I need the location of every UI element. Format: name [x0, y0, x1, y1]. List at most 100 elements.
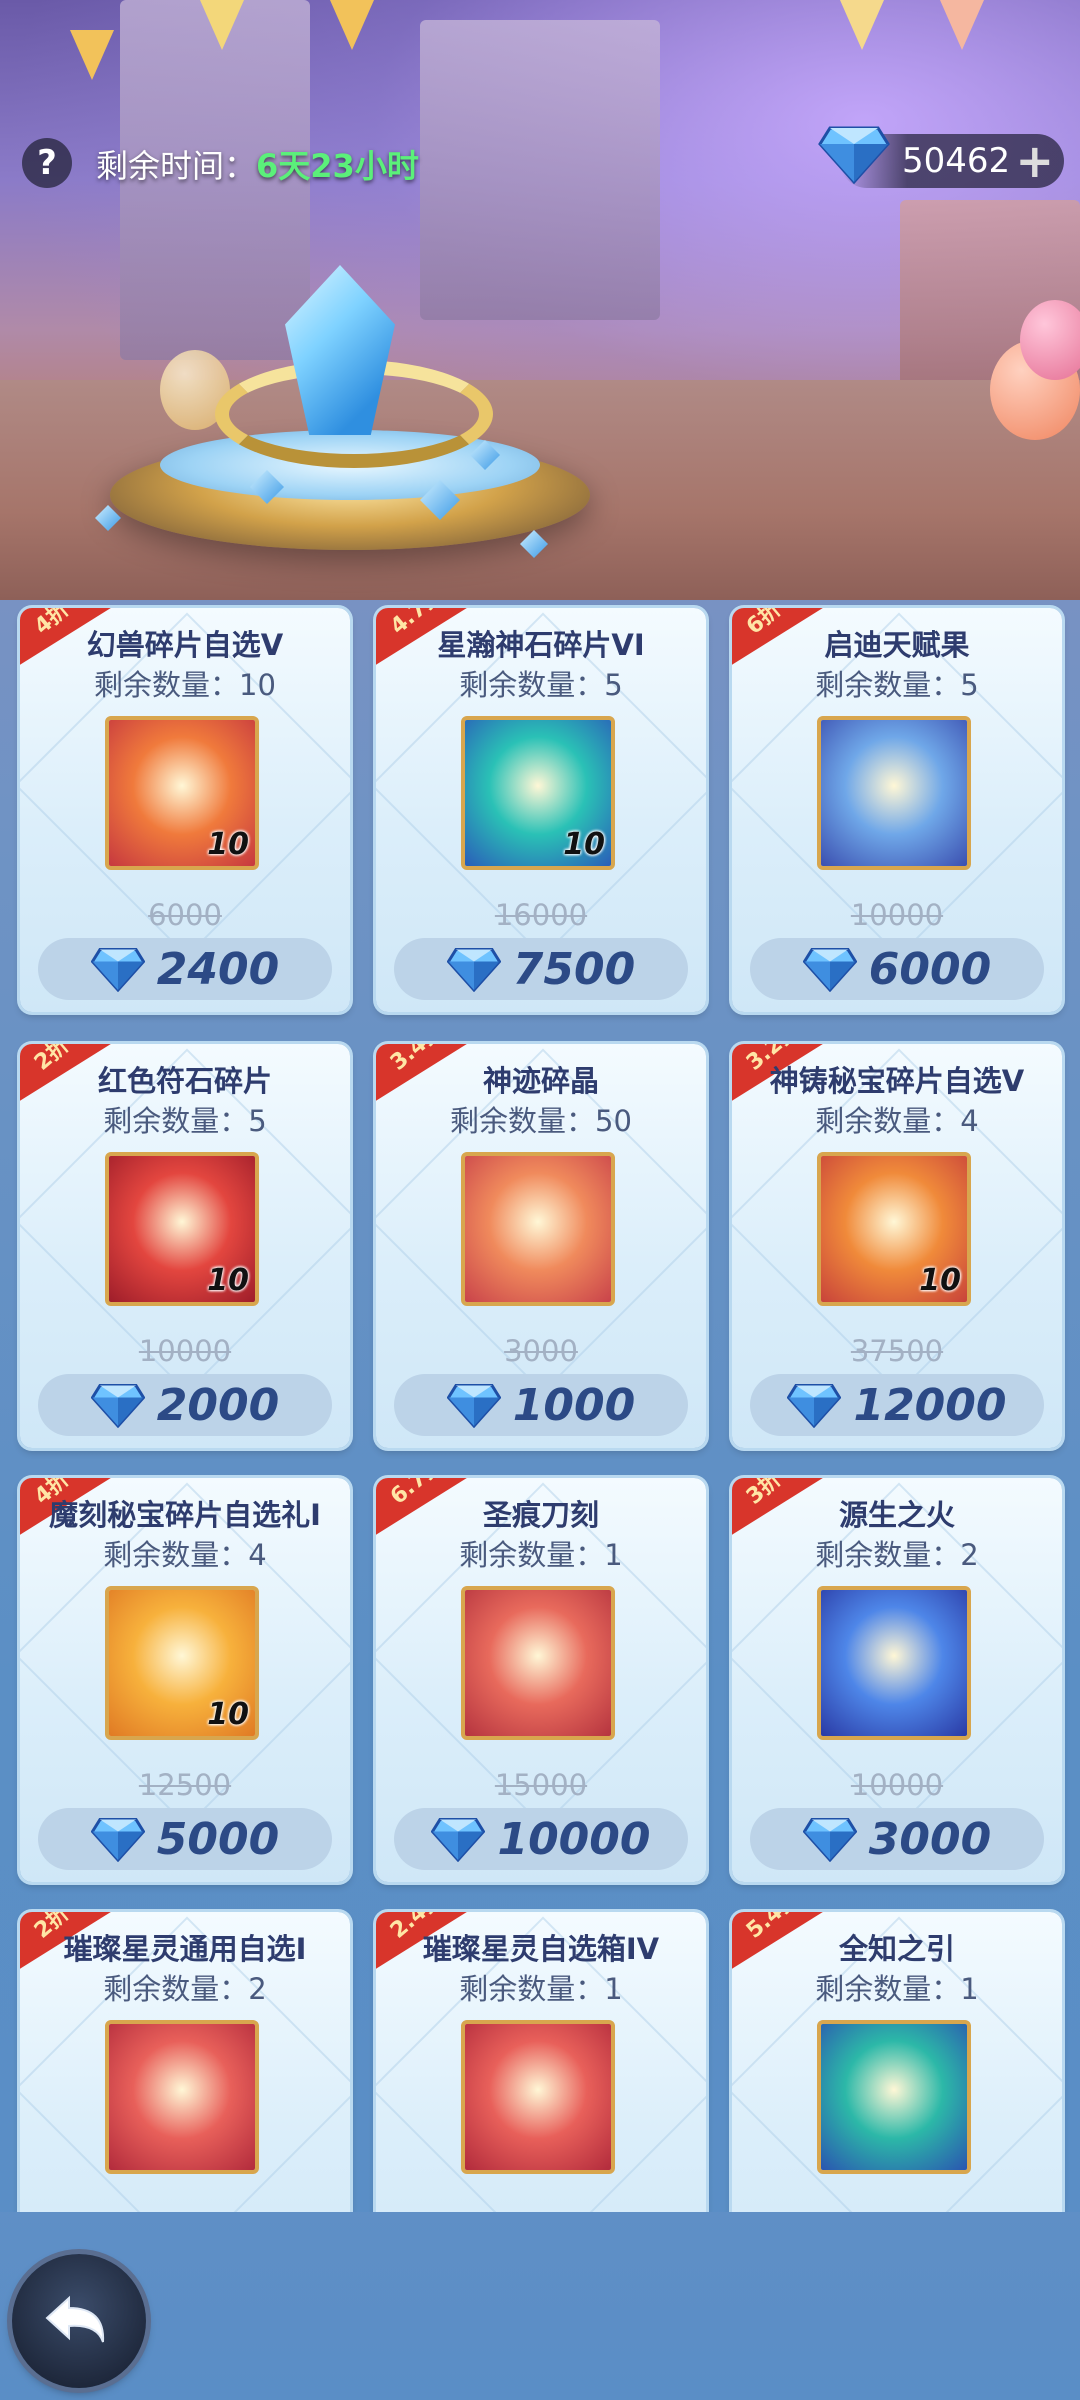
omniscience-orb-icon	[821, 2024, 967, 2170]
bottom-fade	[0, 2212, 1080, 2400]
diamond-icon	[802, 1818, 857, 1862]
item-name: 全知之引	[838, 1932, 955, 1966]
gem-count: 50462	[902, 141, 1011, 181]
buy-button[interactable]: 12000	[750, 1374, 1044, 1436]
buy-button[interactable]: 7500	[394, 938, 688, 1000]
item-icon-frame: 10	[105, 1152, 259, 1306]
shop-item-card[interactable]: 3.4折 神迹碎晶 剩余数量：50 3000 1000	[376, 1044, 706, 1448]
item-stock: 剩余数量：1	[459, 1538, 623, 1572]
event-banner	[0, 0, 1080, 600]
original-price: 12500	[138, 1768, 232, 1802]
diamond-icon	[90, 1384, 145, 1428]
help-button[interactable]: ?	[22, 138, 72, 188]
original-price: 10000	[850, 1768, 944, 1802]
shop-item-card[interactable]: 4.7折 星瀚神石碎片VI 剩余数量：5 10 16000 7500	[376, 608, 706, 1012]
item-quantity: 10	[207, 1697, 249, 1732]
diamond-icon	[90, 948, 145, 992]
sale-price: 10000	[497, 1813, 651, 1865]
buy-button[interactable]: 6000	[750, 938, 1044, 1000]
item-icon-frame	[461, 1586, 615, 1740]
diamond-icon	[818, 126, 890, 184]
shop-item-card[interactable]: 2折 红色符石碎片 剩余数量：5 10 10000 2000	[20, 1044, 350, 1448]
original-price: 6000	[148, 898, 222, 932]
shop-item-card[interactable]: 4折 幻兽碎片自选V 剩余数量：10 10 6000 2400	[20, 608, 350, 1012]
original-price: 10000	[850, 898, 944, 932]
remaining-time-value: 6天23小时	[256, 147, 419, 185]
item-icon-frame: 10	[105, 1586, 259, 1740]
star-spirit-box-icon	[465, 2024, 611, 2170]
buy-button[interactable]: 1000	[394, 1374, 688, 1436]
diamond-icon	[446, 948, 501, 992]
add-gems-button[interactable]: +	[1015, 138, 1054, 184]
item-stock: 剩余数量：4	[815, 1104, 979, 1138]
item-stock: 剩余数量：5	[815, 668, 979, 702]
buy-button[interactable]: 10000	[394, 1808, 688, 1870]
item-icon-frame	[817, 1586, 971, 1740]
item-quantity: 10	[563, 827, 605, 862]
festival-flag	[840, 0, 884, 50]
shop-item-card[interactable]: 6折 启迪天赋果 剩余数量：5 10000 6000	[732, 608, 1062, 1012]
item-name: 璀璨星灵自选箱IV	[422, 1932, 660, 1966]
item-name: 源生之火	[838, 1498, 955, 1532]
festival-flag	[940, 0, 984, 50]
festival-flag	[70, 30, 114, 80]
shop-item-card[interactable]: 3折 源生之火 剩余数量：2 10000 3000	[732, 1478, 1062, 1882]
item-stock: 剩余数量：2	[815, 1538, 979, 1572]
item-stock: 剩余数量：1	[459, 1972, 623, 2006]
item-stock: 剩余数量：10	[94, 668, 276, 702]
buy-button[interactable]: 2000	[38, 1374, 332, 1436]
item-icon-frame	[105, 2020, 259, 2174]
original-price: 37500	[850, 1334, 944, 1368]
diamond-icon	[787, 1384, 842, 1428]
item-name: 神迹碎晶	[482, 1064, 599, 1098]
item-icon-frame	[461, 1152, 615, 1306]
item-stock: 剩余数量：50	[450, 1104, 632, 1138]
item-stock: 剩余数量：1	[815, 1972, 979, 2006]
star-spirit-box-icon	[109, 2024, 255, 2170]
buy-button[interactable]: 2400	[38, 938, 332, 1000]
diamond-icon	[90, 1818, 145, 1862]
diamond-icon	[431, 1818, 486, 1862]
sale-price: 7500	[512, 943, 636, 995]
remaining-time-label: 剩余时间：	[96, 147, 257, 185]
origin-fire-icon	[821, 1590, 967, 1736]
item-icon-frame: 10	[105, 716, 259, 870]
item-icon-frame: 10	[461, 716, 615, 870]
item-stock: 剩余数量：2	[103, 1972, 267, 2006]
back-button[interactable]	[12, 2254, 146, 2388]
item-name: 神铸秘宝碎片自选V	[769, 1064, 1025, 1098]
sale-price: 5000	[156, 1813, 280, 1865]
original-price: 3000	[504, 1334, 578, 1368]
sale-price: 12000	[853, 1379, 1007, 1431]
item-icon-frame: 10	[817, 1152, 971, 1306]
building	[420, 20, 660, 320]
diamond-icon	[802, 948, 857, 992]
item-icon-frame	[461, 2020, 615, 2174]
diamond-icon	[446, 1384, 501, 1428]
original-price: 10000	[138, 1334, 232, 1368]
item-stock: 剩余数量：5	[459, 668, 623, 702]
miracle-crystal-icon	[465, 1156, 611, 1302]
talent-fruit-icon	[821, 720, 967, 866]
shop-item-card[interactable]: 3.2折 神铸秘宝碎片自选V 剩余数量：4 10 37500 12000	[732, 1044, 1062, 1448]
festival-flag	[200, 0, 244, 50]
item-quantity: 10	[207, 1263, 249, 1298]
sale-price: 2400	[156, 943, 280, 995]
item-quantity: 10	[919, 1263, 961, 1298]
sale-price: 3000	[868, 1813, 992, 1865]
item-name: 幻兽碎片自选V	[86, 628, 284, 662]
shop-item-card[interactable]: 6.7折 圣痕刀刻 剩余数量：1 15000 10000	[376, 1478, 706, 1882]
buy-button[interactable]: 5000	[38, 1808, 332, 1870]
item-name: 圣痕刀刻	[482, 1498, 599, 1532]
sale-price: 2000	[156, 1379, 280, 1431]
item-name: 红色符石碎片	[97, 1064, 272, 1098]
sale-price: 6000	[868, 943, 992, 995]
item-icon-frame	[817, 716, 971, 870]
buy-button[interactable]: 3000	[750, 1808, 1044, 1870]
item-quantity: 10	[207, 827, 249, 862]
item-icon-frame	[817, 2020, 971, 2174]
shop-item-card[interactable]: 4折 魔刻秘宝碎片自选礼I 剩余数量：4 10 12500 5000	[20, 1478, 350, 1882]
sale-price: 1000	[512, 1379, 636, 1431]
stigmata-blade-icon	[465, 1590, 611, 1736]
original-price: 15000	[494, 1768, 588, 1802]
